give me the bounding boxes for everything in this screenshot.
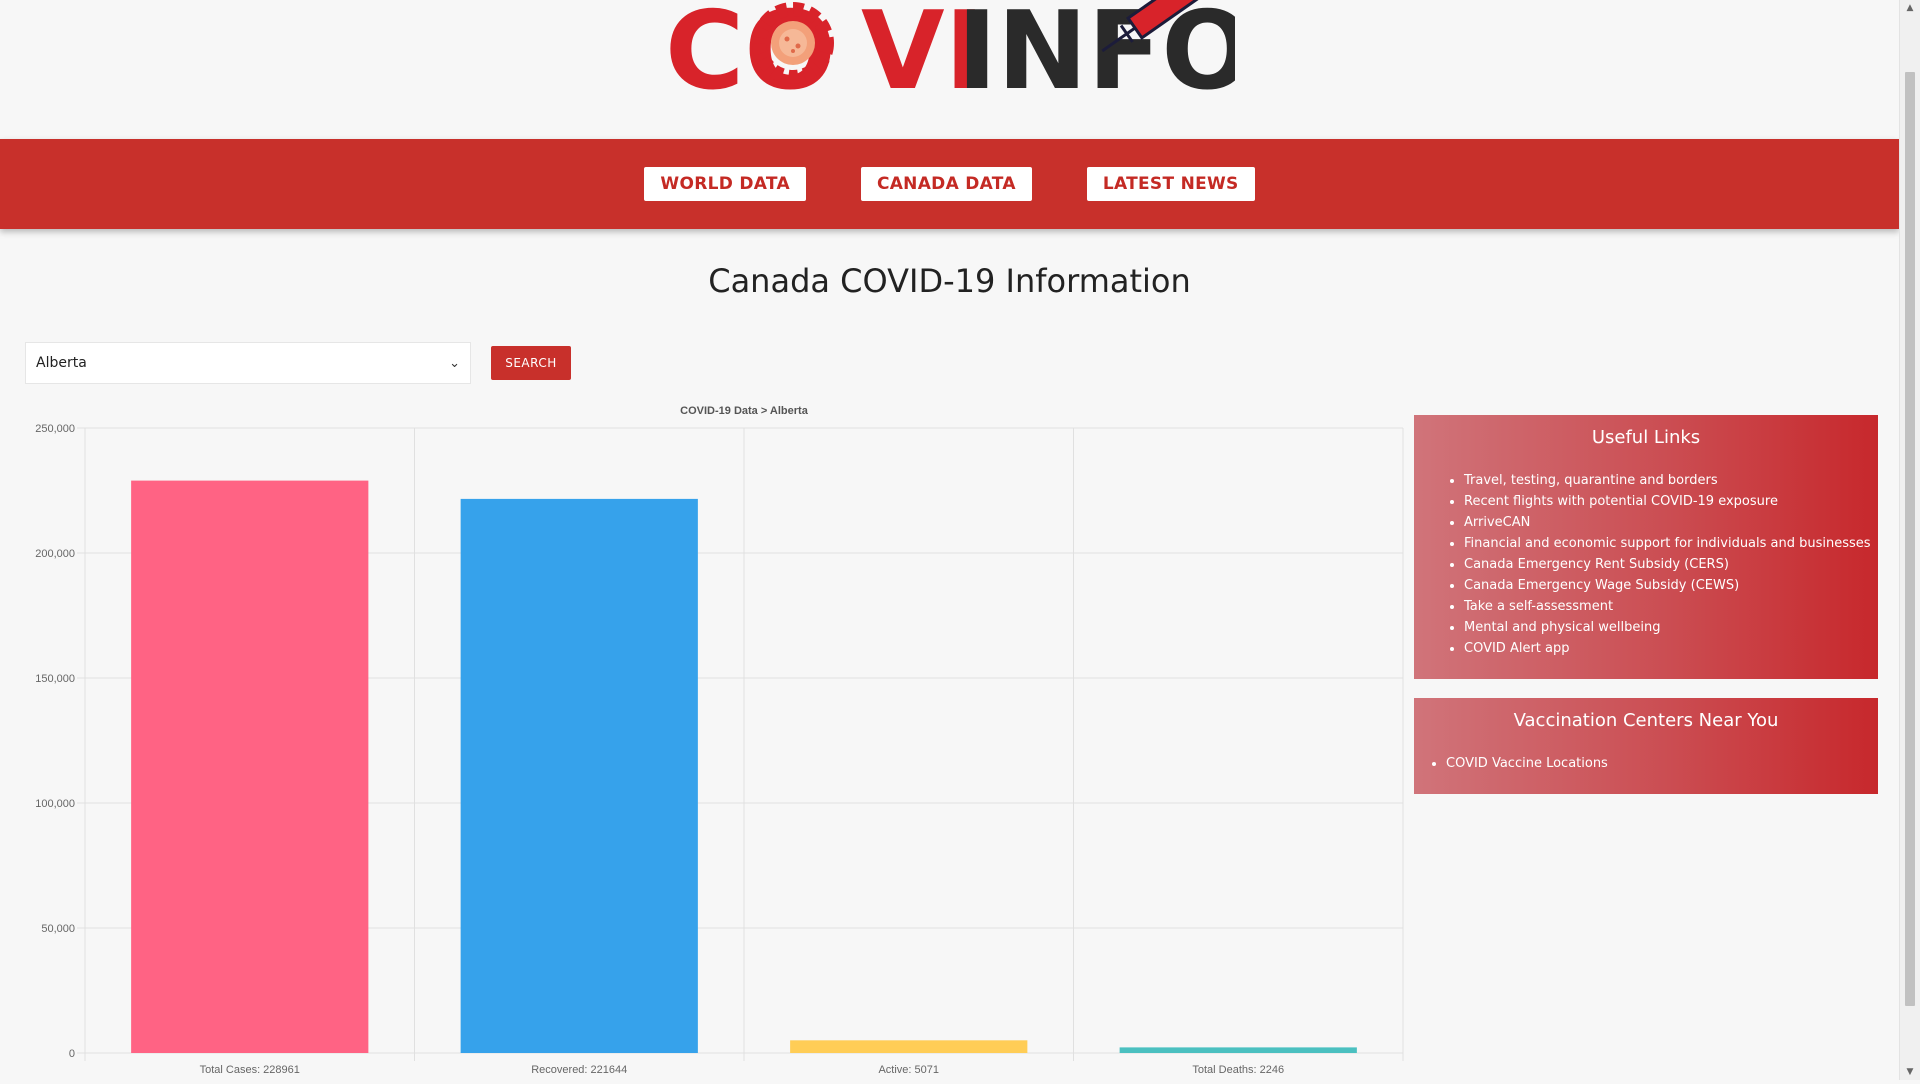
useful-links-card: Useful Links Travel, testing, quarantine… xyxy=(1414,415,1878,679)
scrollbar-thumb[interactable] xyxy=(1905,72,1915,1006)
useful-link-item[interactable]: Financial and economic support for indiv… xyxy=(1464,533,1878,554)
useful-link-item[interactable]: Canada Emergency Wage Subsidy (CEWS) xyxy=(1464,575,1878,596)
x-tick-label: Total Cases: 228961 xyxy=(200,1064,300,1076)
search-button[interactable]: SEARCH xyxy=(491,346,571,380)
y-tick-label: 150,000 xyxy=(35,673,75,685)
chart-svg: COVID-19 Data > Alberta 0 50,000 100,000 150… xyxy=(35,405,1404,1076)
x-tick-label: Total Deaths: 2246 xyxy=(1192,1064,1284,1076)
chart-bar xyxy=(790,1040,1028,1053)
x-tick-label: Active: 5071 xyxy=(878,1064,939,1076)
y-tick-label: 0 xyxy=(69,1048,75,1060)
scroll-down-arrow-icon[interactable]: ▼ xyxy=(1900,1064,1920,1080)
y-tick-label: 100,000 xyxy=(35,798,75,810)
vaccination-links-list: COVID Vaccine Locations xyxy=(1414,753,1878,774)
chart-bar xyxy=(131,480,369,1053)
page-scrollbar[interactable]: ▲ ▼ xyxy=(1899,0,1920,1080)
chart-bar xyxy=(460,498,698,1053)
nav-world-data-button[interactable]: WORLD DATA xyxy=(644,167,806,201)
covid-bar-chart: COVID-19 Data > Alberta 0 50,000 100,000 150… xyxy=(0,395,1410,1080)
useful-links-list: Travel, testing, quarantine and borders … xyxy=(1414,470,1878,659)
y-tick-label: 250,000 xyxy=(35,423,75,435)
coviinfo-logo[interactable]: CO VI INFO xyxy=(665,0,1235,93)
useful-link-item[interactable]: COVID Alert app xyxy=(1464,638,1878,659)
x-tick-label: Recovered: 221644 xyxy=(531,1064,627,1076)
useful-link-item[interactable]: Canada Emergency Rent Subsidy (CERS) xyxy=(1464,554,1878,575)
province-select[interactable]: Alberta ⌄ xyxy=(25,342,471,384)
scroll-up-arrow-icon[interactable]: ▲ xyxy=(1900,0,1920,16)
useful-link-item[interactable]: Mental and physical wellbeing xyxy=(1464,617,1878,638)
useful-link-item[interactable]: Recent flights with potential COVID-19 e… xyxy=(1464,491,1878,512)
logo-text-right: INFO xyxy=(957,0,1235,93)
y-tick-label: 50,000 xyxy=(41,923,75,935)
logo-graphic: CO VI INFO xyxy=(665,0,1235,93)
nav-latest-news-button[interactable]: LATEST NEWS xyxy=(1086,167,1255,201)
header: CO VI INFO xyxy=(0,0,1899,138)
useful-link-item[interactable]: Travel, testing, quarantine and borders xyxy=(1464,470,1878,491)
page-title: Canada COVID-19 Information xyxy=(708,262,1191,300)
vaccine-locations-link[interactable]: COVID Vaccine Locations xyxy=(1446,753,1878,774)
main-nav: WORLD DATA CANADA DATA LATEST NEWS xyxy=(0,139,1899,229)
province-select-value: Alberta xyxy=(36,355,87,371)
chart-title: COVID-19 Data > Alberta xyxy=(680,405,809,417)
nav-canada-data-button[interactable]: CANADA DATA xyxy=(860,167,1032,201)
useful-link-item[interactable]: Take a self-assessment xyxy=(1464,596,1878,617)
chevron-down-icon: ⌄ xyxy=(449,355,460,371)
useful-links-title: Useful Links xyxy=(1591,427,1701,448)
chart-bar xyxy=(1119,1047,1357,1053)
y-tick-label: 200,000 xyxy=(35,548,75,560)
useful-link-item[interactable]: ArriveCAN xyxy=(1464,512,1878,533)
vaccination-centers-title: Vaccination Centers Near You xyxy=(1513,710,1779,731)
vaccination-centers-card: Vaccination Centers Near You COVID Vacci… xyxy=(1414,698,1878,794)
